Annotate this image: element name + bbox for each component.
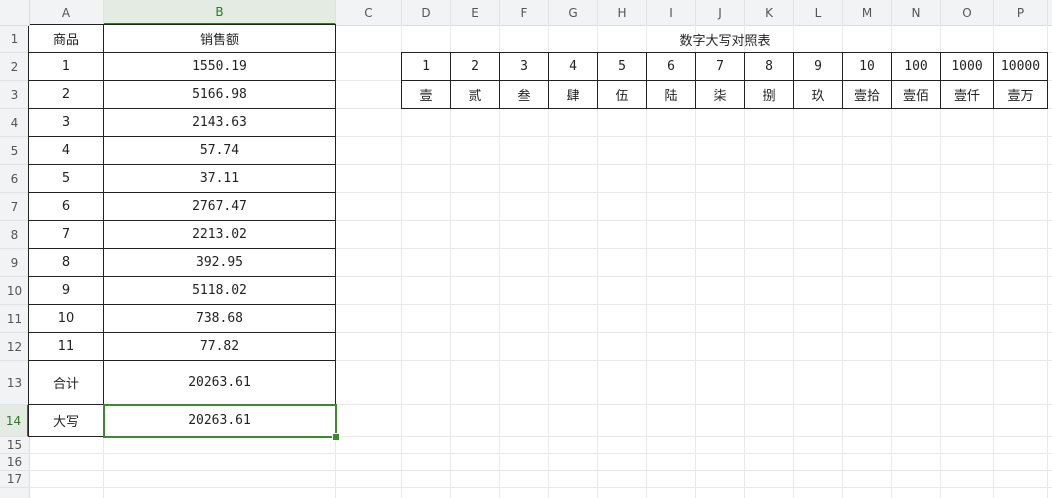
column-header-l[interactable]: L [794, 0, 843, 25]
row-header-7[interactable]: 7 [0, 193, 29, 221]
lookup-char-cell[interactable]: 陆 [646, 80, 696, 109]
gridline-h [29, 470, 1052, 471]
total-value-cell[interactable]: 20263.61 [103, 360, 336, 405]
lookup-number-cell[interactable]: 2 [450, 52, 500, 81]
header-cell-item[interactable]: 商品 [28, 24, 104, 53]
row-header-10[interactable]: 10 [0, 277, 29, 305]
row-header-14[interactable]: 14 [0, 405, 29, 437]
row-header-3[interactable]: 3 [0, 81, 29, 109]
column-header-n[interactable]: N [892, 0, 941, 25]
amount-cell[interactable]: 1550.19 [103, 52, 336, 81]
fill-handle[interactable] [332, 433, 340, 441]
amount-cell[interactable]: 2767.47 [103, 192, 336, 221]
total-label-cell[interactable]: 合计 [28, 360, 104, 405]
select-all-corner[interactable] [0, 0, 30, 26]
amount-cell[interactable]: 37.11 [103, 164, 336, 193]
lookup-number-cell[interactable]: 1000 [940, 52, 994, 81]
lookup-char-cell[interactable]: 肆 [548, 80, 598, 109]
column-header-f[interactable]: F [500, 0, 549, 25]
uppercase-value-cell[interactable]: 20263.61 [103, 404, 336, 437]
amount-cell[interactable]: 738.68 [103, 304, 336, 333]
row-header-8[interactable]: 8 [0, 221, 29, 249]
column-header-m[interactable]: M [843, 0, 892, 25]
row-header-12[interactable]: 12 [0, 333, 29, 361]
row-header-5[interactable]: 5 [0, 137, 29, 165]
lookup-char-cell[interactable]: 捌 [744, 80, 794, 109]
column-header-a[interactable]: A [29, 0, 104, 25]
spreadsheet-grid[interactable]: ABCDEFGHIJKLMNOP 1 2 3 4 5 6 7 8 9 10 11 12 13 14 15 16… [0, 0, 1052, 498]
row-header-11[interactable]: 11 [0, 305, 29, 333]
lookup-table-title[interactable]: 数字大写对照表 [402, 25, 1048, 53]
column-header-b[interactable]: B [104, 0, 336, 25]
lookup-char-cell[interactable]: 壹万 [993, 80, 1048, 109]
column-header-k[interactable]: K [745, 0, 794, 25]
amount-cell[interactable]: 77.82 [103, 332, 336, 361]
column-header-j[interactable]: J [696, 0, 745, 25]
lookup-number-cell[interactable]: 10000 [993, 52, 1048, 81]
lookup-number-cell[interactable]: 4 [548, 52, 598, 81]
amount-cell[interactable]: 5118.02 [103, 276, 336, 305]
row-header-15[interactable]: 15 [0, 437, 29, 454]
row-header-9[interactable]: 9 [0, 249, 29, 277]
header-cell-amount[interactable]: 销售额 [103, 24, 336, 53]
amount-cell[interactable]: 2213.02 [103, 220, 336, 249]
column-header-o[interactable]: O [941, 0, 994, 25]
row-header-2[interactable]: 2 [0, 53, 29, 81]
item-cell[interactable]: 7 [28, 220, 104, 249]
lookup-char-cell[interactable]: 壹 [401, 80, 451, 109]
lookup-number-cell[interactable]: 9 [793, 52, 843, 81]
row-header-16[interactable]: 16 [0, 454, 29, 471]
gridline-h [29, 487, 1052, 488]
column-header-i[interactable]: I [647, 0, 696, 25]
column-header-h[interactable]: H [598, 0, 647, 25]
lookup-number-cell[interactable]: 5 [597, 52, 647, 81]
lookup-char-cell[interactable]: 壹仟 [940, 80, 994, 109]
column-header-c[interactable]: C [336, 0, 402, 25]
lookup-char-cell[interactable]: 玖 [793, 80, 843, 109]
row-header-4[interactable]: 4 [0, 109, 29, 137]
lookup-char-cell[interactable]: 伍 [597, 80, 647, 109]
lookup-number-cell[interactable]: 6 [646, 52, 696, 81]
lookup-number-cell[interactable]: 7 [695, 52, 745, 81]
row-header-17[interactable]: 17 [0, 471, 29, 488]
lookup-number-cell[interactable]: 8 [744, 52, 794, 81]
lookup-char-cell[interactable]: 叁 [499, 80, 549, 109]
item-cell[interactable]: 4 [28, 136, 104, 165]
amount-cell[interactable]: 5166.98 [103, 80, 336, 109]
item-cell[interactable]: 2 [28, 80, 104, 109]
amount-cell[interactable]: 57.74 [103, 136, 336, 165]
item-cell[interactable]: 8 [28, 248, 104, 277]
lookup-number-cell[interactable]: 1 [401, 52, 451, 81]
lookup-char-cell[interactable]: 贰 [450, 80, 500, 109]
amount-cell[interactable]: 2143.63 [103, 108, 336, 137]
row-header-6[interactable]: 6 [0, 165, 29, 193]
row-header-13[interactable]: 13 [0, 361, 29, 405]
row-header-1[interactable]: 1 [0, 25, 29, 53]
lookup-char-cell[interactable]: 壹拾 [842, 80, 892, 109]
item-cell[interactable]: 5 [28, 164, 104, 193]
item-cell[interactable]: 3 [28, 108, 104, 137]
lookup-char-cell[interactable]: 柒 [695, 80, 745, 109]
item-cell[interactable]: 11 [28, 332, 104, 361]
item-cell[interactable]: 6 [28, 192, 104, 221]
lookup-number-cell[interactable]: 100 [891, 52, 941, 81]
gridline-h [29, 453, 1052, 454]
item-cell[interactable]: 9 [28, 276, 104, 305]
column-header-d[interactable]: D [402, 0, 451, 25]
item-cell[interactable]: 10 [28, 304, 104, 333]
lookup-number-cell[interactable]: 3 [499, 52, 549, 81]
lookup-number-cell[interactable]: 10 [842, 52, 892, 81]
amount-cell[interactable]: 392.95 [103, 248, 336, 277]
item-cell[interactable]: 1 [28, 52, 104, 81]
lookup-char-cell[interactable]: 壹佰 [891, 80, 941, 109]
column-header-e[interactable]: E [451, 0, 500, 25]
uppercase-label-cell[interactable]: 大写 [28, 404, 104, 437]
column-header-g[interactable]: G [549, 0, 598, 25]
column-header-p[interactable]: P [994, 0, 1048, 25]
